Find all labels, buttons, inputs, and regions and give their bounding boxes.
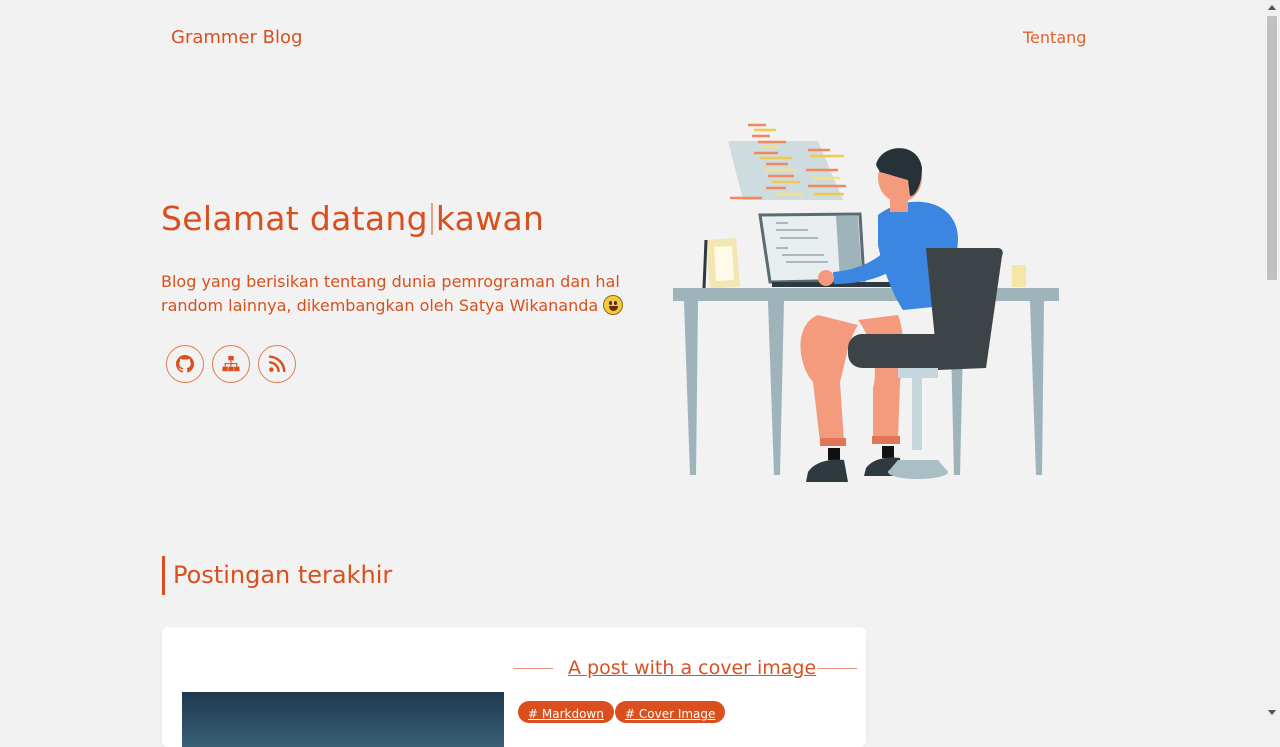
hero-title: Selamat datang kawan (161, 199, 544, 238)
hero-title-part2: kawan (435, 199, 545, 238)
rss-button[interactable] (258, 345, 296, 383)
scrollbar-thumb[interactable] (1267, 16, 1277, 280)
github-icon (176, 355, 194, 373)
sitemap-icon (222, 355, 240, 372)
hero-description-text: Blog yang berisikan tentang dunia pemrog… (161, 272, 620, 315)
title-divider-left (513, 668, 553, 669)
vertical-scrollbar[interactable] (1264, 0, 1280, 720)
sitemap-button[interactable] (212, 345, 250, 383)
github-button[interactable] (166, 345, 204, 383)
scroll-down-arrow-icon[interactable] (1268, 710, 1276, 715)
scroll-up-arrow-icon[interactable] (1268, 5, 1276, 10)
section-title: Postingan terakhir (162, 556, 392, 595)
brand-link[interactable]: Grammer Blog (171, 27, 302, 48)
hero-title-part1: Selamat datang (161, 199, 428, 238)
hero-description: Blog yang berisikan tentang dunia pemrog… (161, 270, 641, 318)
post-title-link[interactable]: A post with a cover image (568, 657, 816, 679)
title-divider-right (817, 668, 857, 669)
post-card[interactable]: A post with a cover image # Markdown # C… (162, 627, 866, 747)
smiley-emoji-icon (603, 295, 624, 315)
nav-link-tentang[interactable]: Tentang (1023, 28, 1086, 47)
rss-icon (268, 355, 286, 373)
navbar: Grammer Blog Tentang (0, 0, 1264, 76)
developer-illustration (673, 123, 1059, 482)
typing-cursor (430, 203, 433, 235)
